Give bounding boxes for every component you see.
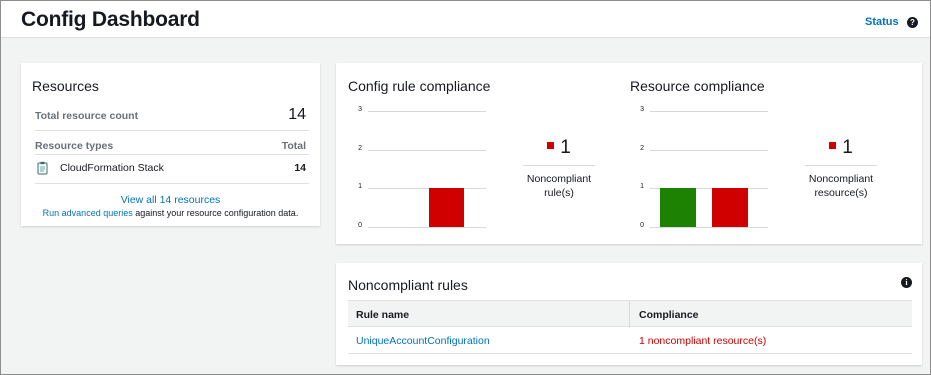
chart-bar[interactable] <box>660 188 696 227</box>
noncompliant-resources-label-1: Noncompliant <box>808 173 874 185</box>
noncompliant-resources-count: 1 <box>842 137 853 158</box>
total-resource-count-value: 14 <box>288 106 306 123</box>
status-link[interactable]: Status <box>865 16 899 28</box>
noncompliant-rules-table: Rule name Compliance UniqueAccountConfig… <box>348 300 912 354</box>
column-header-compliance[interactable]: Compliance <box>639 309 699 321</box>
advanced-queries-text: against your resource configuration data… <box>132 208 299 218</box>
y-tick-label: 3 <box>640 106 644 113</box>
noncompliant-rules-panel: Noncompliant rules i Rule name Complianc… <box>336 263 922 365</box>
chart-bar[interactable] <box>429 188 464 227</box>
resource-compliance-title: Resource compliance <box>630 78 765 94</box>
chart-gridline <box>650 227 768 228</box>
noncompliant-resources-summary: 1 Noncompliant resource(s) <box>805 135 877 200</box>
config-rule-compliance-title: Config rule compliance <box>348 78 491 94</box>
compliance-status[interactable]: 1 noncompliant resource(s) <box>639 335 766 347</box>
divider <box>35 130 309 131</box>
noncompliant-rules-count: 1 <box>560 137 571 158</box>
y-tick-label: 0 <box>358 222 362 229</box>
column-separator <box>629 301 630 328</box>
table-header-row: Rule name Compliance <box>348 300 912 328</box>
help-icon[interactable]: ? <box>907 17 918 28</box>
page-title: Config Dashboard <box>21 8 200 31</box>
noncompliant-square-icon <box>829 142 837 150</box>
advanced-queries-line: Run advanced queries against your resour… <box>21 208 320 218</box>
run-advanced-queries-link[interactable]: Run advanced queries <box>43 208 133 218</box>
config-rule-compliance-chart: 0 1 2 3 <box>358 103 486 233</box>
y-tick-label: 1 <box>358 183 362 191</box>
table-row: UniqueAccountConfiguration 1 noncomplian… <box>348 327 912 354</box>
info-icon[interactable]: i <box>901 277 912 288</box>
y-tick-label: 2 <box>640 144 644 152</box>
noncompliant-rules-label-2: rule(s) <box>544 187 574 199</box>
resource-types-label: Resource types <box>35 140 114 152</box>
total-resource-count-label: Total resource count <box>35 110 139 122</box>
chart-gridline <box>650 149 768 151</box>
resource-type-name: CloudFormation Stack <box>60 162 164 174</box>
noncompliant-rules-title: Noncompliant rules <box>348 277 468 293</box>
column-header-rule-name[interactable]: Rule name <box>356 309 409 321</box>
divider <box>35 183 309 184</box>
y-tick-label: 0 <box>640 222 644 229</box>
rule-name-link[interactable]: UniqueAccountConfiguration <box>356 335 490 347</box>
noncompliant-rules-summary: 1 Noncompliant rule(s) <box>523 135 595 200</box>
resource-types-total-label: Total <box>281 140 306 152</box>
resource-type-count: 14 <box>294 162 306 174</box>
y-tick-label: 1 <box>640 183 644 191</box>
noncompliant-square-icon <box>547 142 555 150</box>
divider <box>35 154 309 155</box>
divider <box>523 165 595 166</box>
page-header: Config Dashboard Status ? <box>1 1 930 38</box>
chart-gridline <box>368 188 486 190</box>
y-tick-label: 3 <box>358 106 362 113</box>
divider <box>805 165 877 166</box>
noncompliant-resources-label-2: resource(s) <box>814 187 868 199</box>
resources-panel: Resources Total resource count 14 Resour… <box>21 63 320 226</box>
resource-compliance-chart: 0 1 2 3 <box>640 103 768 233</box>
chart-gridline <box>368 111 486 112</box>
chart-bar[interactable] <box>712 188 748 227</box>
config-dashboard-window: Config Dashboard Status ? Resources Tota… <box>0 0 931 375</box>
y-tick-label: 2 <box>358 144 362 152</box>
cloudformation-stack-icon <box>37 161 48 175</box>
resources-title: Resources <box>32 78 99 94</box>
chart-gridline <box>368 149 486 151</box>
view-all-resources-link[interactable]: View all 14 resources <box>21 194 320 206</box>
compliance-panel: Config rule compliance Resource complian… <box>336 63 922 244</box>
noncompliant-rules-label-1: Noncompliant <box>526 173 592 185</box>
chart-gridline <box>650 111 768 112</box>
chart-gridline <box>368 227 486 228</box>
